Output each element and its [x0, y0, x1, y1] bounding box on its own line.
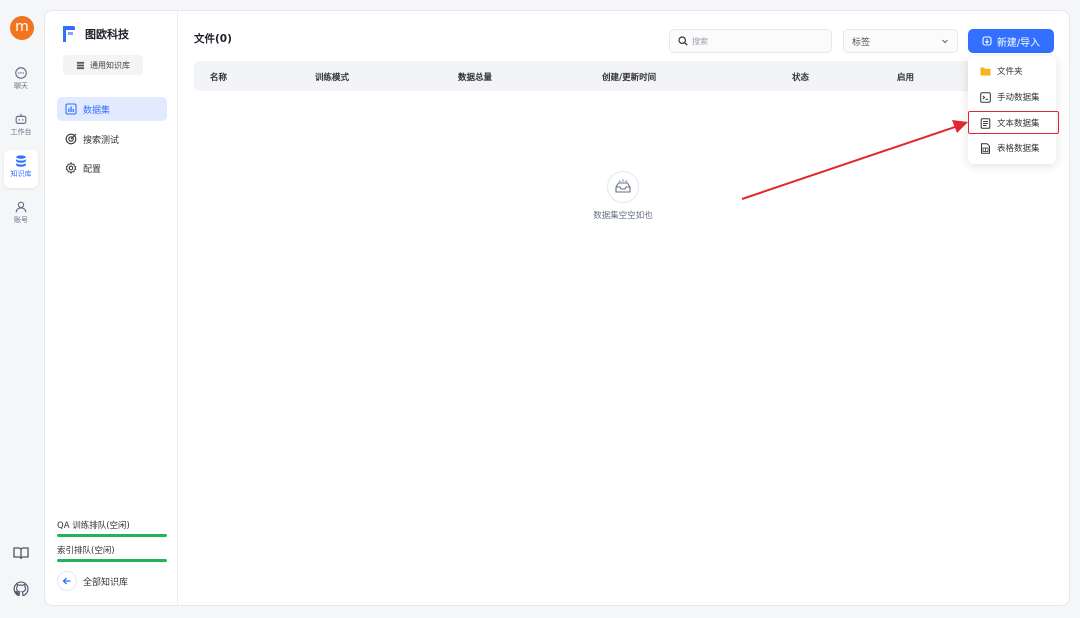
col-created-updated: 创建/更新时间	[602, 73, 657, 83]
menu-label: 手动数据集	[997, 93, 1040, 103]
new-import-label: 新建/导入	[996, 37, 1041, 49]
new-import-menu: 文件夹 手动数据集 文本数据集 表格数据集	[968, 56, 1056, 164]
rail-item-workbench[interactable]: 工作台	[4, 108, 38, 146]
rail-item-knowledge-base[interactable]: 知识库	[4, 150, 38, 188]
search-icon	[678, 36, 688, 46]
brand-name: 图欧科技	[85, 28, 129, 41]
qa-training-queue: QA 训练排队(空闲)	[57, 519, 167, 537]
index-queue: 索引排队(空闲)	[57, 544, 167, 562]
brand-logo-icon	[63, 26, 75, 42]
rail-label: 聊天	[14, 82, 28, 90]
chart-icon	[65, 103, 77, 115]
kb-type-label: 通用知识库	[90, 60, 130, 70]
menu-item-manual-dataset[interactable]: 手动数据集	[968, 86, 1056, 108]
queue-progress-bar	[57, 534, 167, 537]
folder-icon	[980, 67, 991, 76]
robot-icon	[15, 113, 27, 124]
queue-label: 索引排队(空闲)	[57, 546, 115, 556]
rail-label: 知识库	[10, 170, 32, 178]
tag-select-value: 标签	[852, 37, 871, 48]
nav-label: 配置	[83, 164, 102, 175]
left-rail: m 聊天 工作台 知识库 账号	[0, 0, 44, 618]
page-title: 文件(0)	[194, 33, 232, 45]
back-label: 全部知识库	[83, 577, 129, 588]
col-enabled: 启用	[897, 73, 915, 83]
tag-select[interactable]: 标签	[843, 29, 958, 53]
user-icon	[15, 201, 27, 213]
queue-label: QA 训练排队(空闲)	[57, 521, 130, 531]
import-icon	[982, 36, 992, 46]
back-to-all-kb[interactable]: 全部知识库	[57, 571, 128, 591]
github-icon[interactable]	[12, 580, 30, 601]
search-placeholder: 搜索	[692, 36, 708, 46]
brand: 图欧科技	[61, 23, 129, 45]
nav-item-search-test[interactable]: 搜索测试	[57, 127, 167, 151]
rail-item-account[interactable]: 账号	[4, 196, 38, 234]
avatar[interactable]: m	[10, 16, 34, 40]
rail-label: 工作台	[10, 128, 32, 136]
main-card: 图欧科技 通用知识库 数据集 搜索测试 配置 QA 训练排队(空闲) 索引排队(…	[44, 10, 1070, 606]
arrow-left-icon	[57, 571, 77, 591]
queue-progress-bar	[57, 559, 167, 562]
highlight-box	[968, 111, 1059, 134]
list-icon	[76, 61, 85, 69]
nav-item-dataset[interactable]: 数据集	[57, 97, 167, 121]
menu-item-table-dataset[interactable]: 表格数据集	[968, 137, 1056, 159]
table-header: 名称 训练模式 数据总量 创建/更新时间 状态 启用	[194, 61, 986, 91]
book-icon[interactable]	[12, 544, 30, 565]
nav-label: 搜索测试	[83, 135, 120, 146]
table-file-icon	[981, 142, 990, 154]
nav-label: 数据集	[83, 105, 111, 116]
gear-icon	[65, 162, 77, 174]
col-training-mode: 训练模式	[315, 73, 350, 83]
chat-icon	[15, 67, 27, 79]
empty-text: 数据集空空如也	[593, 211, 653, 221]
target-icon	[65, 133, 77, 145]
new-import-button[interactable]: 新建/导入	[968, 29, 1054, 53]
chevron-down-icon	[942, 39, 948, 44]
search-input[interactable]: 搜索	[669, 29, 832, 53]
rail-item-chat[interactable]: 聊天	[4, 62, 38, 100]
menu-label: 表格数据集	[997, 144, 1040, 154]
menu-item-folder[interactable]: 文件夹	[968, 60, 1056, 82]
empty-box-icon	[607, 171, 639, 203]
empty-state: 数据集空空如也	[578, 171, 668, 221]
database-icon	[16, 155, 26, 167]
dataset-content: 文件(0) 搜索 标签 新建/导入 名称 训练模式 数据总量 创建/更新时间 状…	[178, 11, 1069, 605]
rail-label: 账号	[14, 216, 28, 224]
terminal-icon	[980, 91, 991, 103]
kb-type-badge: 通用知识库	[63, 55, 143, 75]
menu-label: 文件夹	[997, 67, 1023, 77]
nav-item-config[interactable]: 配置	[57, 156, 167, 180]
col-data-total: 数据总量	[458, 73, 493, 83]
col-name: 名称	[210, 73, 228, 83]
col-status: 状态	[792, 73, 810, 83]
knowledge-panel: 图欧科技 通用知识库 数据集 搜索测试 配置 QA 训练排队(空闲) 索引排队(…	[45, 11, 178, 605]
